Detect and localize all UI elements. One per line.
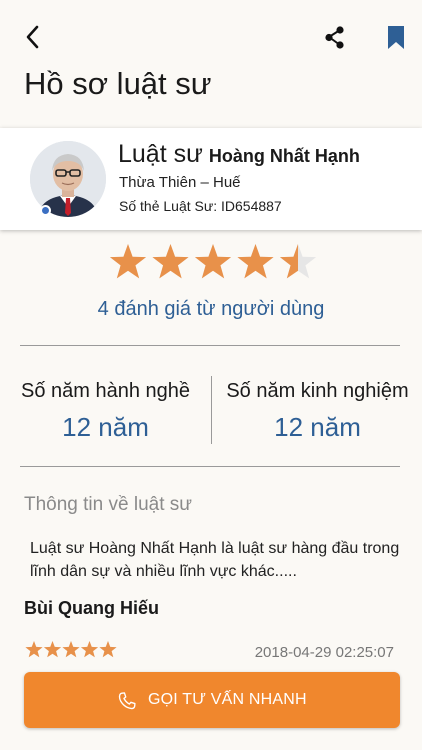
review-star-icon (43, 641, 62, 658)
rating-stars (109, 244, 317, 279)
online-status-dot (40, 205, 51, 216)
review-stars (25, 641, 117, 658)
rating-star-icon (237, 244, 274, 279)
chevron-left-icon (26, 25, 39, 49)
back-button[interactable] (18, 22, 48, 52)
lawyer-title-prefix: Luật sư (118, 140, 203, 168)
bookmark-button[interactable] (382, 24, 410, 52)
bookmark-icon (388, 26, 404, 49)
about-section-title: Thông tin về luật sư (24, 494, 192, 515)
experience-years-label: Số năm kinh nghiệm (226, 380, 409, 402)
lawyer-profile-card: Luật sư Hoàng Nhất Hạnh Thừa Thiên – Huế … (0, 128, 422, 230)
top-bar (0, 0, 422, 70)
practice-years-label: Số năm hành nghề (20, 380, 191, 402)
reviewer-name: Bùi Quang Hiếu (24, 598, 159, 618)
rating-count-link[interactable]: 4 đánh giá từ người dùng (0, 298, 422, 321)
rating-star-icon (152, 244, 189, 279)
divider (20, 466, 400, 467)
review-star-icon (99, 641, 117, 658)
rating-star-icon (279, 244, 317, 279)
about-description: Luật sư Hoàng Nhất Hạnh là luật sư hàng … (30, 540, 400, 580)
lawyer-name-line: Luật sư Hoàng Nhất Hạnh (118, 140, 360, 169)
experience-years-stat: Số năm kinh nghiệm 12 năm (212, 380, 422, 443)
divider (20, 345, 400, 346)
lawyer-location: Thừa Thiên – Huế (119, 174, 241, 191)
rating-star-icon (109, 244, 147, 279)
practice-years-value: 12 năm (62, 412, 149, 442)
quick-call-button[interactable]: GỌI TƯ VẤN NHANH (24, 672, 400, 728)
lawyer-card-id: Số thẻ Luật Sư: ID654887 (119, 198, 282, 214)
page-title: Hồ sơ luật sư (24, 66, 212, 101)
phone-icon (118, 692, 136, 710)
review-star-icon (80, 641, 99, 658)
rating-star-icon (194, 244, 232, 279)
share-button[interactable] (320, 24, 350, 52)
review-star-icon (62, 641, 80, 658)
experience-years-value: 12 năm (274, 412, 361, 442)
review-date: 2018-04-29 02:25:07 (254, 644, 394, 661)
quick-call-label: GỌI TƯ VẤN NHANH (148, 691, 307, 708)
practice-years-stat: Số năm hành nghề 12 năm (0, 380, 211, 443)
review-star-icon (25, 641, 43, 658)
share-icon (325, 26, 344, 49)
lawyer-name: Hoàng Nhất Hạnh (208, 146, 360, 166)
